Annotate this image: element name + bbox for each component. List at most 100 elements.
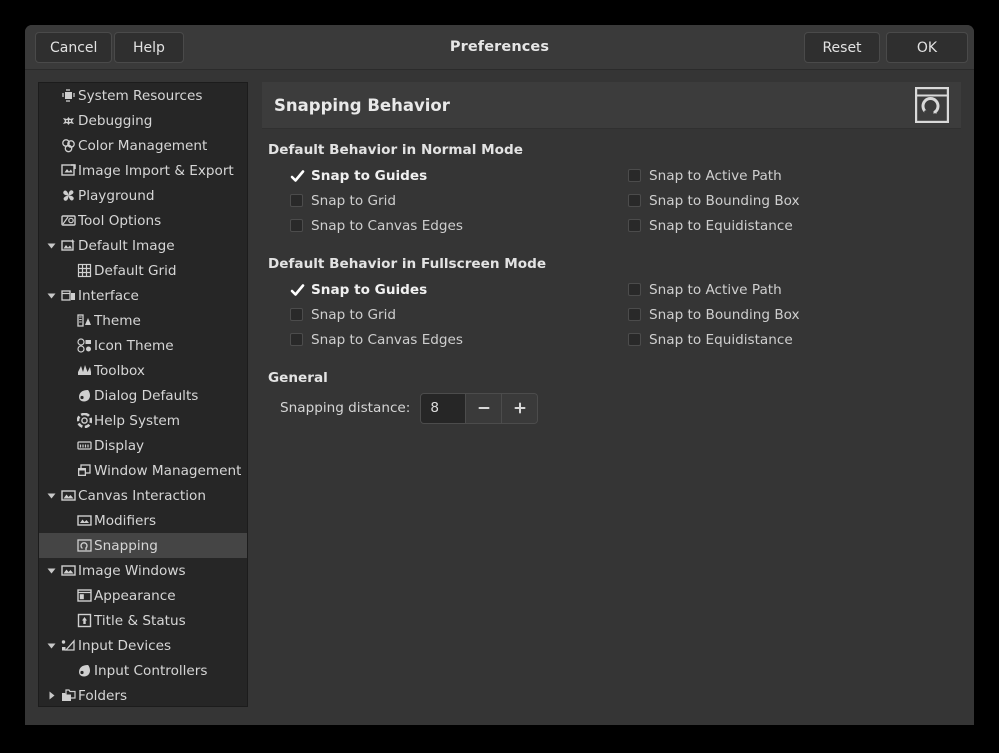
sidebar-item-image-windows[interactable]: Image Windows (39, 558, 247, 583)
sidebar-item-window-management[interactable]: Window Management (39, 458, 247, 483)
checkbox-label: Snap to Equidistance (649, 218, 793, 234)
checkbox-snap-to-equidistance[interactable]: Snap to Equidistance (628, 327, 961, 352)
checkbox-snap-to-bounding-box[interactable]: Snap to Bounding Box (628, 188, 961, 213)
checkbox-unchecked-icon[interactable] (628, 333, 641, 346)
sidebar-item-appearance[interactable]: Appearance (39, 583, 247, 608)
sidebar-item-input-controllers[interactable]: Input Controllers (39, 658, 247, 683)
sidebar-item-system-resources[interactable]: System Resources (39, 83, 247, 108)
sidebar-item-label: Default Grid (94, 263, 177, 279)
preferences-sidebar[interactable]: System Resources Debugging Color Managemen… (38, 82, 248, 707)
chevron-down-icon[interactable] (43, 290, 59, 301)
checkbox-snap-to-grid[interactable]: Snap to Grid (268, 302, 628, 327)
sidebar-item-label: Title & Status (94, 613, 186, 629)
checkbox-unchecked-icon[interactable] (628, 308, 641, 321)
snapping-reset-icon[interactable] (913, 85, 951, 125)
chevron-right-icon[interactable] (43, 690, 59, 701)
snapping-icon (75, 538, 93, 554)
sidebar-item-modifiers[interactable]: Modifiers (39, 508, 247, 533)
increment-button[interactable] (501, 394, 537, 423)
sidebar-item-label: Tool Options (78, 213, 161, 229)
input-devices-icon (59, 638, 77, 654)
chevron-down-icon[interactable] (43, 640, 59, 651)
sidebar-item-icon-theme[interactable]: Icon Theme (39, 333, 247, 358)
display-icon (75, 438, 93, 454)
snapping-distance-input[interactable]: 8 (421, 394, 465, 423)
checkbox-unchecked-icon[interactable] (290, 308, 303, 321)
checkbox-label: Snap to Canvas Edges (311, 218, 463, 234)
snapping-distance-row: Snapping distance:8 (268, 392, 961, 424)
toolbox-icon (75, 363, 93, 379)
section-title: Default Behavior in Normal Mode (268, 142, 961, 158)
dialog-defaults-icon (75, 663, 93, 679)
decrement-button[interactable] (465, 394, 501, 423)
checkbox-unchecked-icon[interactable] (628, 219, 641, 232)
sidebar-item-default-image[interactable]: Default Image (39, 233, 247, 258)
checkbox-snap-to-canvas-edges[interactable]: Snap to Canvas Edges (268, 327, 628, 352)
checkbox-unchecked-icon[interactable] (290, 194, 303, 207)
checkbox-label: Snap to Active Path (649, 168, 782, 184)
title-status-icon (75, 613, 93, 629)
checkbox-snap-to-grid[interactable]: Snap to Grid (268, 188, 628, 213)
sidebar-item-debugging[interactable]: Debugging (39, 108, 247, 133)
sidebar-item-label: Input Devices (78, 638, 171, 654)
sidebar-item-label: Color Management (78, 138, 207, 154)
dialog-titlebar: Preferences Cancel Help Reset OK (25, 25, 974, 70)
sidebar-item-label: Display (94, 438, 144, 454)
checkbox-snap-to-bounding-box[interactable]: Snap to Bounding Box (628, 302, 961, 327)
checkbox-snap-to-guides[interactable]: Snap to Guides (268, 277, 628, 302)
checkbox-label: Snap to Grid (311, 307, 396, 323)
sidebar-item-label: Debugging (78, 113, 152, 129)
snapping-distance-stepper[interactable]: 8 (420, 393, 538, 424)
checkbox-snap-to-canvas-edges[interactable]: Snap to Canvas Edges (268, 213, 628, 238)
chevron-down-icon[interactable] (43, 490, 59, 501)
help-button[interactable]: Help (114, 32, 184, 63)
sidebar-item-label: Canvas Interaction (78, 488, 206, 504)
checkbox-unchecked-icon[interactable] (628, 169, 641, 182)
grid-icon (75, 263, 93, 279)
icon-theme-icon (75, 338, 93, 354)
ok-button[interactable]: OK (886, 32, 968, 63)
checkbox-checked-icon[interactable] (290, 169, 303, 182)
interface-icon (59, 288, 77, 304)
sidebar-item-label: Toolbox (94, 363, 145, 379)
checkbox-unchecked-icon[interactable] (628, 194, 641, 207)
checkbox-snap-to-active-path[interactable]: Snap to Active Path (628, 163, 961, 188)
sidebar-item-theme[interactable]: Theme (39, 308, 247, 333)
checkbox-grid: Snap to Guides Snap to Active Path Snap to… (268, 163, 961, 238)
sidebar-item-dialog-defaults[interactable]: Dialog Defaults (39, 383, 247, 408)
reset-button[interactable]: Reset (804, 32, 880, 63)
sidebar-item-title-status[interactable]: Title & Status (39, 608, 247, 633)
sidebar-item-snapping[interactable]: Snapping (39, 533, 247, 558)
checkbox-checked-icon[interactable] (290, 283, 303, 296)
sidebar-item-tool-options[interactable]: Tool Options (39, 208, 247, 233)
checkbox-snap-to-equidistance[interactable]: Snap to Equidistance (628, 213, 961, 238)
sidebar-item-help-system[interactable]: Help System (39, 408, 247, 433)
checkbox-label: Snap to Guides (311, 168, 427, 184)
checkbox-snap-to-active-path[interactable]: Snap to Active Path (628, 277, 961, 302)
checkbox-unchecked-icon[interactable] (290, 333, 303, 346)
sidebar-item-playground[interactable]: Playground (39, 183, 247, 208)
panel-content: Default Behavior in Normal Mode Snap to G… (262, 129, 961, 424)
sidebar-item-label: Snapping (94, 538, 158, 554)
sidebar-item-default-grid[interactable]: Default Grid (39, 258, 247, 283)
modifiers-icon (75, 513, 93, 529)
sidebar-item-color-management[interactable]: Color Management (39, 133, 247, 158)
tool-options-icon (59, 213, 77, 229)
preferences-main-panel: Snapping Behavior Default Behavior in No… (262, 82, 961, 725)
sidebar-item-input-devices[interactable]: Input Devices (39, 633, 247, 658)
sidebar-item-folders[interactable]: Folders (39, 683, 247, 707)
chip-icon (59, 88, 77, 104)
checkbox-snap-to-guides[interactable]: Snap to Guides (268, 163, 628, 188)
sidebar-item-toolbox[interactable]: Toolbox (39, 358, 247, 383)
checkbox-unchecked-icon[interactable] (628, 283, 641, 296)
sidebar-item-display[interactable]: Display (39, 433, 247, 458)
sidebar-item-label: Image Import & Export (78, 163, 234, 179)
checkbox-unchecked-icon[interactable] (290, 219, 303, 232)
cancel-button[interactable]: Cancel (35, 32, 112, 63)
sidebar-item-interface[interactable]: Interface (39, 283, 247, 308)
sidebar-item-label: Input Controllers (94, 663, 207, 679)
sidebar-item-image-import-export[interactable]: Image Import & Export (39, 158, 247, 183)
chevron-down-icon[interactable] (43, 240, 59, 251)
sidebar-item-canvas-interaction[interactable]: Canvas Interaction (39, 483, 247, 508)
chevron-down-icon[interactable] (43, 565, 59, 576)
